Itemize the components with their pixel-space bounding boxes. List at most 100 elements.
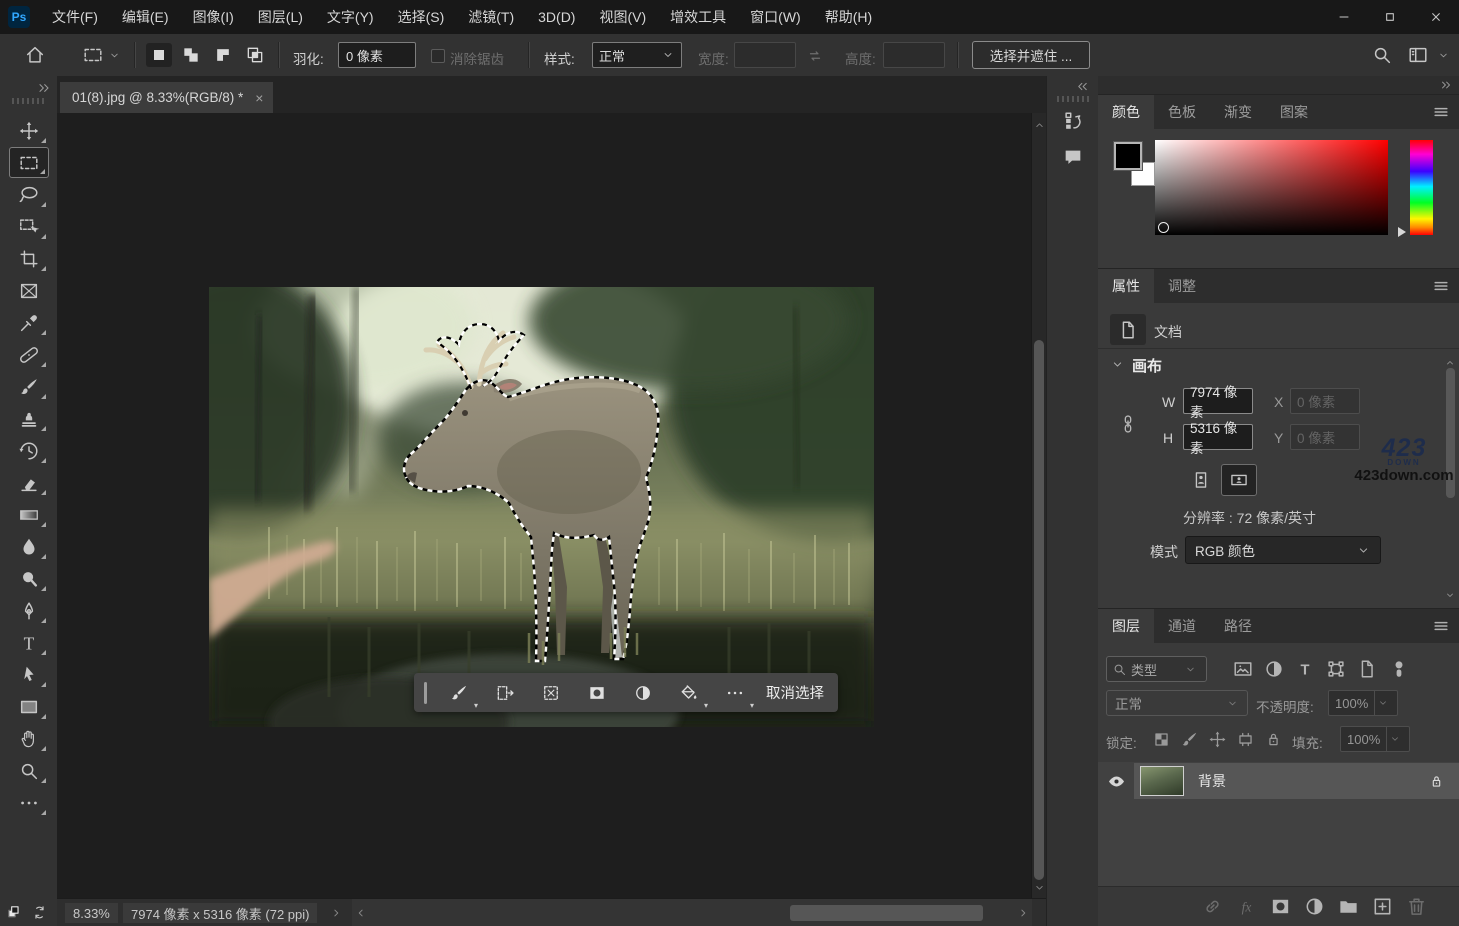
menu-t[interactable]: 滤镜(T)	[456, 0, 526, 34]
create-mask-button[interactable]	[577, 678, 617, 708]
orientation-portrait-button[interactable]	[1183, 464, 1219, 496]
canvas-width-input[interactable]: 7974 像素	[1183, 388, 1253, 414]
blend-mode-select[interactable]: 正常	[1106, 690, 1248, 716]
filter-toggle-icon[interactable]	[1388, 658, 1410, 680]
lock-pixels-icon[interactable]	[1180, 730, 1199, 749]
link-dimensions-icon[interactable]	[1118, 406, 1138, 442]
document-tab[interactable]: 01(8).jpg @ 8.33%(RGB/8) * ×	[60, 82, 273, 113]
layers-tab[interactable]: 通道	[1154, 609, 1210, 643]
toolbar-grip[interactable]	[12, 98, 46, 104]
color-field-marker[interactable]	[1158, 222, 1169, 233]
panel-menu-icon[interactable]	[1431, 276, 1451, 296]
add-mask-icon[interactable]	[1269, 895, 1292, 918]
default-colors-icon[interactable]	[6, 904, 23, 921]
object-selection-tool[interactable]	[9, 211, 49, 242]
properties-tab[interactable]: 调整	[1154, 269, 1210, 303]
layer-effects-icon[interactable]: fx	[1235, 895, 1258, 918]
menu-y[interactable]: 文字(Y)	[315, 0, 386, 34]
orientation-landscape-button[interactable]	[1221, 464, 1257, 496]
filter-shape-icon[interactable]	[1325, 658, 1347, 680]
menu-h[interactable]: 帮助(H)	[813, 0, 884, 34]
scroll-left-icon[interactable]	[354, 906, 368, 920]
document-image[interactable]	[209, 287, 874, 727]
swap-colors-icon[interactable]	[31, 904, 48, 921]
horiz-scrollbar-thumb[interactable]	[790, 905, 983, 921]
layers-tab[interactable]: 图层	[1098, 609, 1154, 643]
scroll-down-icon[interactable]	[1033, 881, 1046, 894]
dodge-tool[interactable]	[9, 563, 49, 594]
menu-dd[interactable]: 3D(D)	[526, 0, 587, 34]
hue-slider[interactable]	[1410, 140, 1433, 235]
blur-tool[interactable]	[9, 531, 49, 562]
antialias-checkbox[interactable]	[431, 49, 445, 63]
vertical-scrollbar-thumb[interactable]	[1034, 340, 1044, 880]
panel-scroll-down-icon[interactable]	[1444, 584, 1456, 606]
workspace-switcher-icon[interactable]	[1407, 44, 1429, 66]
filter-smart-object-icon[interactable]	[1356, 658, 1378, 680]
menu-s[interactable]: 选择(S)	[386, 0, 457, 34]
hand-tool[interactable]	[9, 723, 49, 754]
frame-tool[interactable]	[9, 275, 49, 306]
deselect-button[interactable]: 取消选择	[766, 682, 824, 703]
saturation-brightness-field[interactable]	[1155, 140, 1388, 235]
menu-w[interactable]: 窗口(W)	[738, 0, 813, 34]
horiz-scrollbar[interactable]	[352, 899, 1032, 926]
add-selection-mode[interactable]	[178, 43, 204, 67]
tool-preset-marquee-icon[interactable]	[82, 44, 104, 66]
fill-selection-button[interactable]: ▾	[669, 678, 709, 708]
layer-row[interactable]: 背景	[1134, 763, 1459, 799]
panel-menu-icon[interactable]	[1431, 616, 1451, 636]
window-close-icon[interactable]	[1413, 0, 1459, 34]
layer-filter-select[interactable]: 类型	[1106, 656, 1207, 682]
intersect-selection-mode[interactable]	[242, 43, 268, 67]
crop-tool[interactable]	[9, 243, 49, 274]
zoom-level[interactable]: 8.33%	[65, 903, 118, 923]
canvas-height-input[interactable]: 5316 像素	[1183, 424, 1253, 450]
edit-toolbar-icon[interactable]	[9, 787, 49, 818]
vertical-scrollbar[interactable]	[1031, 113, 1047, 898]
expand-toolbar-icon[interactable]	[36, 80, 52, 96]
transform-selection-button[interactable]	[531, 678, 571, 708]
color-mode-select[interactable]: RGB 颜色	[1185, 536, 1381, 564]
clone-stamp-tool[interactable]	[9, 403, 49, 434]
home-icon[interactable]	[24, 44, 46, 66]
pen-tool[interactable]	[9, 595, 49, 626]
search-icon[interactable]	[1371, 44, 1393, 66]
dock-grip[interactable]	[1057, 96, 1089, 102]
hue-slider-marker[interactable]	[1398, 227, 1406, 237]
move-selection-button[interactable]	[485, 678, 525, 708]
color-tab[interactable]: 颜色	[1098, 95, 1154, 129]
modify-selection-brush-button[interactable]: ▾	[439, 678, 479, 708]
close-tab-icon[interactable]: ×	[255, 90, 263, 106]
type-tool[interactable]: T	[9, 627, 49, 658]
layer-thumbnail[interactable]	[1140, 766, 1184, 796]
lock-transparency-icon[interactable]	[1152, 730, 1171, 749]
new-layer-icon[interactable]	[1371, 895, 1394, 918]
create-adjustment-button[interactable]	[623, 678, 663, 708]
brush-tool[interactable]	[9, 371, 49, 402]
properties-tab[interactable]: 属性	[1098, 269, 1154, 303]
eyedropper-tool[interactable]	[9, 307, 49, 338]
foreground-color-swatch[interactable]	[1114, 142, 1142, 170]
rectangle-tool[interactable]	[9, 691, 49, 722]
menu-v[interactable]: 视图(V)	[587, 0, 658, 34]
menu-f[interactable]: 文件(F)	[40, 0, 110, 34]
menu-i[interactable]: 图像(I)	[181, 0, 246, 34]
feather-input[interactable]: 0 像素	[338, 42, 416, 68]
healing-brush-tool[interactable]	[9, 339, 49, 370]
layers-tab[interactable]: 路径	[1210, 609, 1266, 643]
filter-image-icon[interactable]	[1232, 658, 1254, 680]
fill-input[interactable]: 100%	[1340, 726, 1410, 752]
filter-adjustment-icon[interactable]	[1263, 658, 1285, 680]
scroll-right-icon[interactable]	[1016, 906, 1030, 920]
canvas-area[interactable]: ▾▾▾ 取消选择	[57, 113, 1031, 898]
history-brush-tool[interactable]	[9, 435, 49, 466]
new-adjustment-icon[interactable]	[1303, 895, 1326, 918]
color-tab[interactable]: 图案	[1266, 95, 1322, 129]
collapse-panels-icon[interactable]	[1439, 78, 1453, 92]
more-options-button[interactable]: ▾	[715, 678, 755, 708]
lock-artboard-icon[interactable]	[1236, 730, 1255, 749]
select-and-mask-button[interactable]: 选择并遮住 ...	[972, 41, 1090, 69]
status-expand-icon[interactable]	[329, 906, 343, 920]
gradient-tool[interactable]	[9, 499, 49, 530]
